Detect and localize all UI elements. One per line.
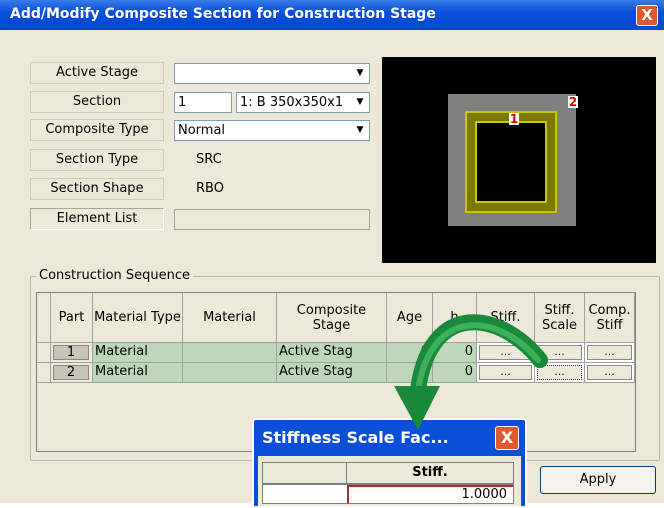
table-row-part: 2 bbox=[51, 363, 93, 383]
cell-material[interactable] bbox=[183, 343, 277, 363]
cell-comp-stiff: ... bbox=[585, 363, 635, 383]
popup-body: Stiff. 1.0000 bbox=[258, 456, 521, 506]
row-selector[interactable] bbox=[37, 363, 51, 383]
section-type-value: SRC bbox=[196, 152, 222, 167]
composite-type-label: Composite Type bbox=[30, 119, 164, 141]
popup-table-row: 1.0000 bbox=[262, 484, 514, 504]
dialog-window: Add/Modify Composite Section for Constru… bbox=[0, 0, 664, 508]
active-stage-label: Active Stage bbox=[30, 62, 164, 84]
section-preview-drawing: 1 2 bbox=[448, 94, 578, 226]
popup-stiff-value[interactable]: 1.0000 bbox=[347, 485, 513, 503]
table-row-part: 1 bbox=[51, 343, 93, 363]
part1-label: 1 bbox=[510, 112, 518, 126]
hollow-core bbox=[476, 122, 546, 202]
cell-material-type[interactable]: Material bbox=[93, 363, 183, 383]
curved-arrow-annotation bbox=[394, 314, 548, 430]
section-value: 1: B 350x350x1 bbox=[240, 95, 344, 110]
section-label: Section bbox=[30, 91, 164, 113]
window-title: Add/Modify Composite Section for Constru… bbox=[10, 6, 436, 22]
cell-composite-stage[interactable]: Active Stag bbox=[277, 363, 387, 383]
section-type-label: Section Type bbox=[30, 149, 164, 171]
popup-header-stiff: Stiff. bbox=[412, 465, 448, 480]
part-number: 1 bbox=[53, 345, 89, 360]
header-comp-stiff: Comp. Stiff bbox=[585, 293, 635, 343]
header-material: Material bbox=[183, 293, 277, 343]
apply-button[interactable]: Apply bbox=[540, 466, 656, 494]
arrow-curve bbox=[410, 314, 548, 398]
row-selector[interactable] bbox=[37, 343, 51, 363]
popup-header-corner bbox=[263, 463, 347, 483]
section-preview: 1 2 bbox=[382, 57, 656, 263]
section-dropdown[interactable]: 1: B 350x350x1 ▼ bbox=[236, 92, 370, 113]
element-list-label: Element List bbox=[30, 208, 164, 230]
section-number-input[interactable]: 1 bbox=[174, 92, 232, 113]
comp-stiff-button[interactable]: ... bbox=[587, 345, 632, 360]
arrow-head bbox=[394, 386, 440, 430]
comp-stiff-button[interactable]: ... bbox=[587, 365, 632, 380]
element-list-input[interactable] bbox=[174, 209, 370, 230]
part-number: 2 bbox=[53, 365, 89, 380]
chevron-down-icon[interactable]: ▼ bbox=[351, 122, 368, 139]
section-shape-value: RBO bbox=[196, 181, 224, 196]
header-material-type: Material Type bbox=[93, 293, 183, 343]
chevron-down-icon[interactable]: ▼ bbox=[351, 94, 368, 111]
composite-type-dropdown[interactable]: Normal ▼ bbox=[174, 120, 370, 141]
cell-comp-stiff: ... bbox=[585, 343, 635, 363]
section-shape-label: Section Shape bbox=[30, 178, 164, 200]
chevron-down-icon[interactable]: ▼ bbox=[351, 65, 368, 82]
cell-material-type[interactable]: Material bbox=[93, 343, 183, 363]
popup-table-header: Stiff. bbox=[262, 462, 514, 484]
header-composite-stage: Composite Stage bbox=[277, 293, 387, 343]
active-stage-dropdown[interactable]: ▼ bbox=[174, 63, 370, 84]
close-button[interactable]: X bbox=[636, 5, 658, 26]
row-header-corner bbox=[37, 293, 51, 343]
construction-sequence-title: Construction Sequence bbox=[36, 268, 194, 283]
part2-label: 2 bbox=[569, 95, 577, 109]
title-bar: Add/Modify Composite Section for Constru… bbox=[0, 0, 664, 30]
composite-type-value: Normal bbox=[178, 123, 226, 138]
cell-composite-stage[interactable]: Active Stag bbox=[277, 343, 387, 363]
cell-material[interactable] bbox=[183, 363, 277, 383]
header-part: Part bbox=[51, 293, 93, 343]
